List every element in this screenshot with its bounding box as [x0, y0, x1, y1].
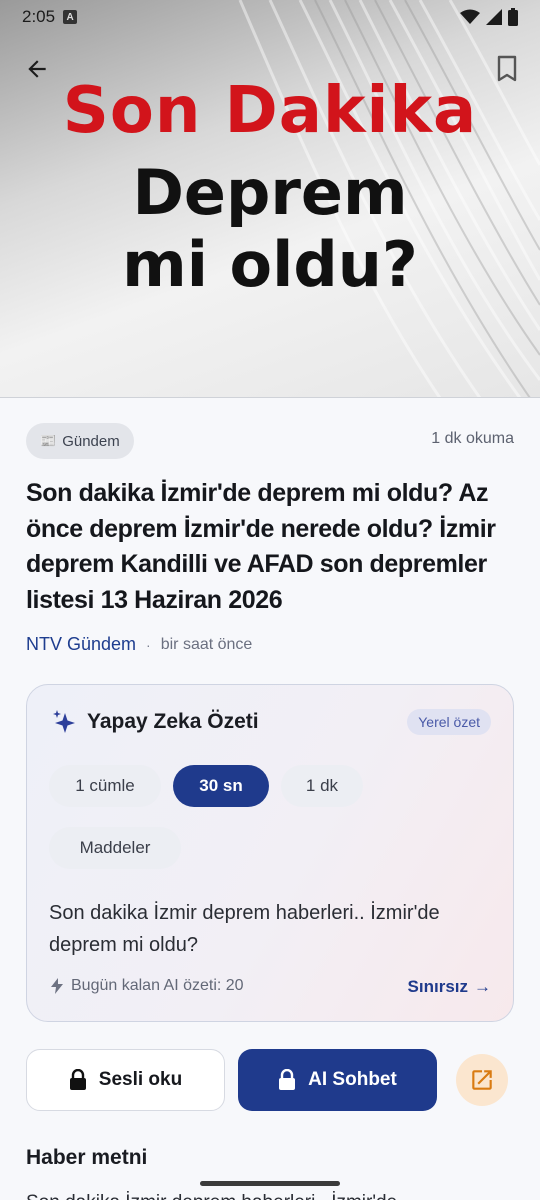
article-headline: Son dakika İzmir'de deprem mi oldu? Az ö… — [26, 479, 496, 614]
ai-quota: Bugün kalan AI özeti: 20 — [51, 977, 244, 995]
open-external-button[interactable] — [456, 1054, 508, 1106]
external-link-icon — [472, 1070, 492, 1090]
ai-summary-header: Yapay Zeka Özeti — [51, 709, 259, 735]
wifi-icon — [460, 9, 480, 24]
category-chip[interactable]: 📰 Gündem — [26, 423, 134, 459]
ai-summary-text: Son dakika İzmir deprem haberleri.. İzmi… — [49, 902, 440, 956]
bolt-icon — [51, 978, 63, 994]
hero-title-line1: Son Dakika — [62, 74, 478, 148]
status-time: 2:05 — [22, 7, 56, 26]
source-link[interactable]: NTV Gündem — [26, 634, 136, 655]
listen-label: Sesli oku — [98, 1069, 183, 1090]
article-body-first-line: Son dakika İzmir deprem haberleri.. İzmi… — [26, 1190, 516, 1200]
read-time: 1 dk okuma — [431, 430, 514, 447]
listen-button[interactable]: Sesli oku — [26, 1049, 225, 1111]
status-bar: 2:05 A — [0, 0, 540, 34]
battery-icon — [508, 8, 518, 26]
unlimited-label: Sınırsız — [407, 977, 468, 996]
newspaper-icon: 📰 — [40, 433, 57, 448]
summary-option-bullets[interactable]: Maddeler — [49, 827, 181, 869]
article-body-title: Haber metni — [26, 1146, 148, 1169]
local-summary-badge: Yerel özet — [407, 709, 491, 735]
home-indicator[interactable] — [200, 1181, 340, 1186]
signal-icon — [486, 9, 502, 25]
ai-chat-label: AI Sohbet — [308, 1069, 397, 1090]
summary-option-1-sentence[interactable]: 1 cümle — [49, 765, 161, 807]
summary-option-30-sec[interactable]: 30 sn — [173, 765, 269, 807]
article-screen: 2:05 A Son Dakika Deprem mi oldu? 📰 Günd… — [0, 0, 540, 1200]
arrow-right-icon: → — [474, 977, 491, 996]
sparkle-icon — [53, 710, 75, 733]
article-body-text: Son dakika İzmir deprem haberleri.. İzmi… — [26, 1188, 516, 1200]
separator-dot: · — [146, 636, 151, 653]
ai-summary-title: Yapay Zeka Özeti — [87, 710, 259, 733]
summary-option-1-min[interactable]: 1 dk — [281, 765, 363, 807]
lock-icon — [279, 1069, 296, 1090]
notification-a-icon: A — [63, 10, 78, 24]
hero-title-line3: mi oldu? — [122, 228, 418, 301]
ai-summary-card: Yapay Zeka Özeti Yerel özet 1 cümle 30 s… — [26, 684, 514, 1022]
hero-image: 2:05 A Son Dakika Deprem mi oldu? — [0, 0, 540, 398]
ai-quota-text: Bugün kalan AI özeti: 20 — [71, 977, 244, 994]
lock-icon — [69, 1069, 86, 1090]
published-time: bir saat önce — [160, 635, 253, 653]
hero-title-line2: Deprem — [132, 156, 408, 229]
source-row: NTV Gündem · bir saat önce — [26, 634, 252, 655]
category-label: Gündem — [62, 432, 120, 450]
ai-chat-button[interactable]: AI Sohbet — [238, 1049, 437, 1111]
unlimited-link[interactable]: Sınırsız → — [408, 977, 491, 997]
